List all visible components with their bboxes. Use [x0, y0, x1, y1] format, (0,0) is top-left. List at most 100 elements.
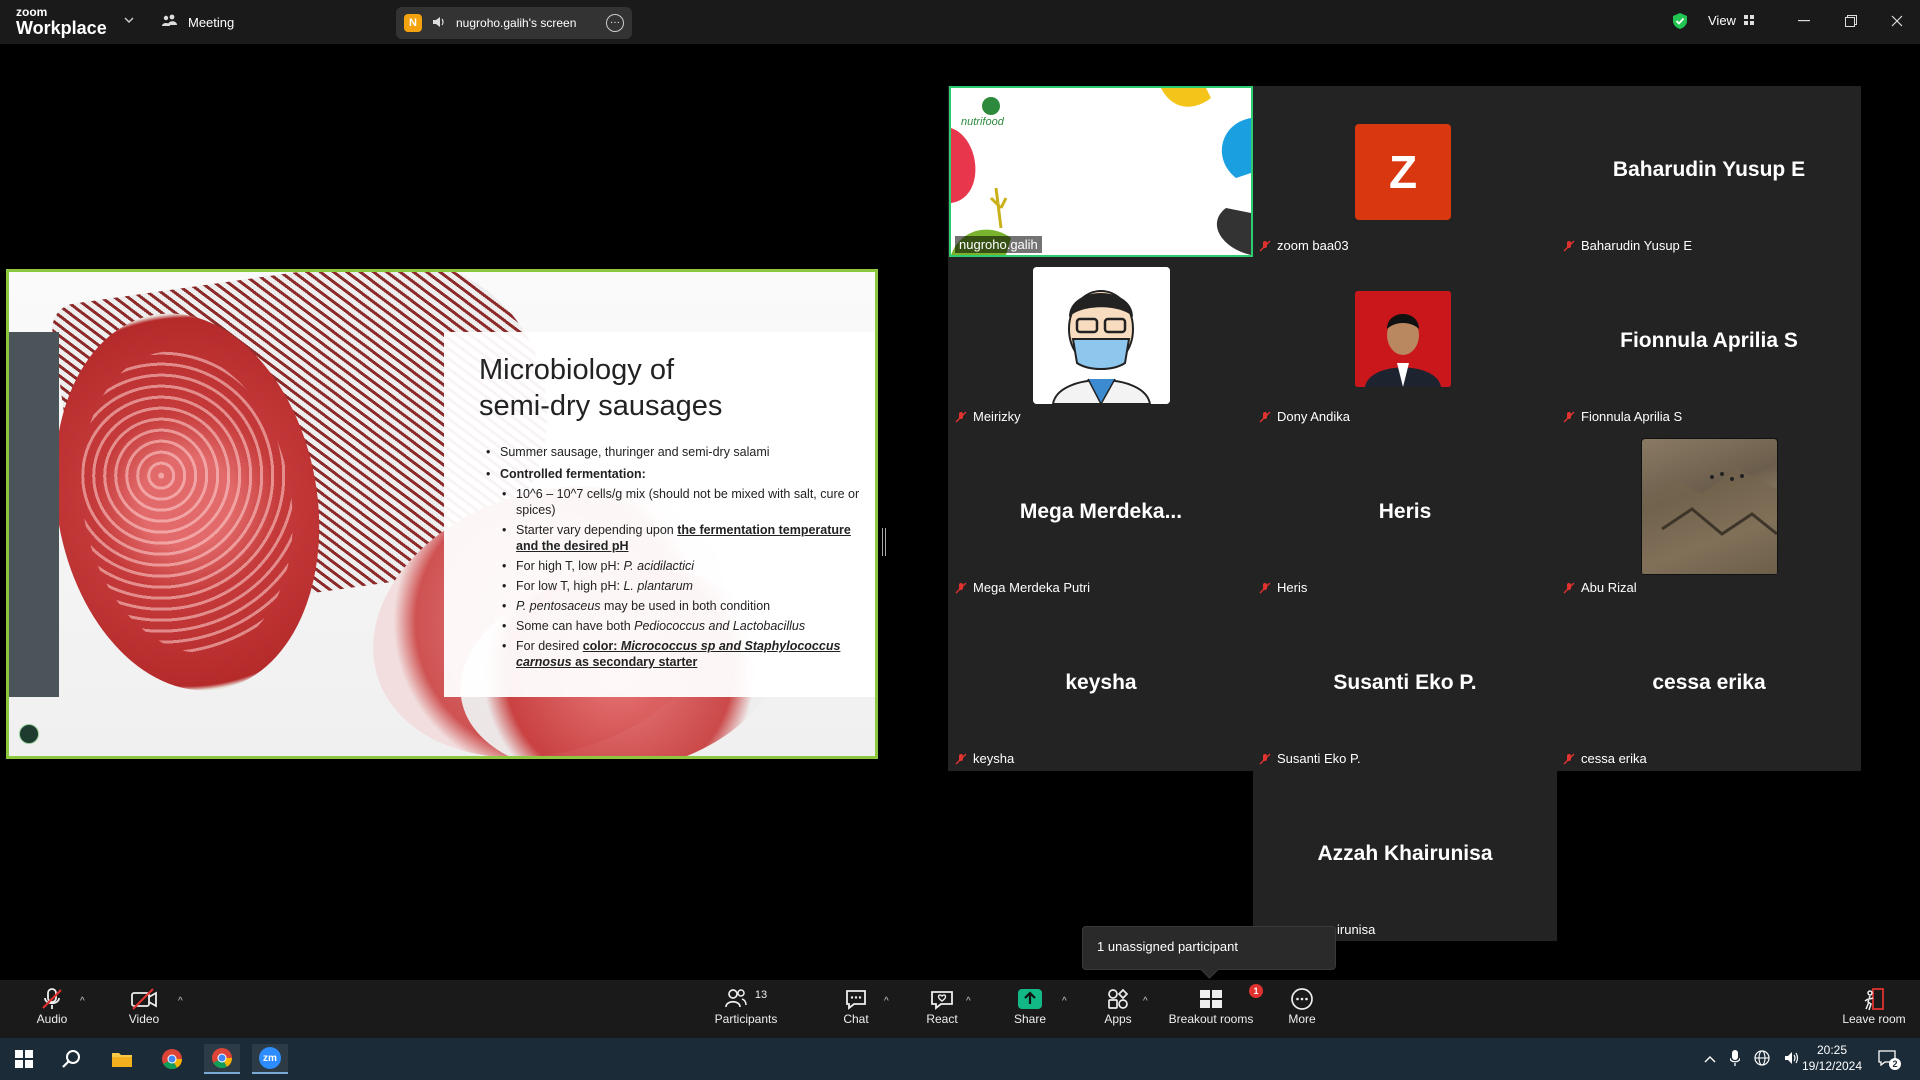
minimize-icon[interactable] — [1789, 10, 1819, 32]
meeting-label: Meeting — [188, 14, 235, 30]
participant-display-name: Susanti Eko P. — [1333, 671, 1477, 694]
profile-picture — [1033, 267, 1170, 404]
network-globe-icon[interactable] — [1754, 1049, 1770, 1069]
avatar: Z — [1355, 124, 1451, 220]
view-button[interactable]: View — [1708, 13, 1754, 28]
participant-name: Abu Rizal — [1581, 580, 1637, 595]
video-tile-active-speaker[interactable]: nutrifood nugroho.galih — [949, 86, 1253, 257]
chat-label: Chat — [843, 1012, 869, 1026]
sub-bullet-italic: L. plantarum — [623, 579, 693, 593]
windows-taskbar: zm 20:25 19/12/2024 2 — [0, 1038, 1920, 1080]
screen-share-label: nugroho.galih's screen — [456, 16, 577, 30]
participants-label: Participants — [714, 1012, 778, 1026]
restore-icon[interactable] — [1836, 10, 1866, 32]
apps-label: Apps — [1104, 1012, 1132, 1026]
video-tile[interactable]: Heris Heris — [1253, 428, 1557, 599]
more-options-icon[interactable]: ··· — [606, 14, 624, 32]
sub-bullet-text: For high T, low pH: — [516, 559, 624, 573]
chat-button[interactable]: Chat — [836, 986, 876, 1034]
participant-name-label: Fionnula Aprilia S — [1563, 409, 1682, 424]
video-tile[interactable]: Z zoom baa03 — [1253, 86, 1557, 257]
breakout-rooms-icon: 1 — [1199, 984, 1263, 1012]
participant-name-label: zoom baa03 — [1259, 238, 1349, 253]
participant-name-label: keysha — [955, 751, 1014, 766]
video-tile[interactable]: Meirizky — [949, 257, 1253, 428]
security-shield-icon[interactable] — [1672, 12, 1688, 35]
chevron-up-icon[interactable]: ^ — [1062, 996, 1067, 1007]
video-tile[interactable]: Azzah Khairunisa irunisa — [1253, 770, 1557, 941]
participant-name: Heris — [1277, 580, 1308, 595]
share-screen-icon — [1017, 986, 1043, 1012]
participant-name-label: Heris — [1259, 580, 1307, 595]
screen-share-indicator[interactable]: N nugroho.galih's screen ··· — [396, 7, 632, 39]
slide-sidebar-bar — [9, 332, 59, 697]
leave-room-button[interactable]: Leave room — [1838, 986, 1910, 1034]
meeting-icon — [162, 14, 178, 31]
chevron-down-icon[interactable] — [124, 16, 134, 26]
video-tile[interactable]: Susanti Eko P. Susanti Eko P. — [1253, 599, 1557, 770]
logo-big-text: Workplace — [16, 18, 107, 38]
notification-center-button[interactable]: 2 — [1878, 1038, 1901, 1080]
participant-display-name: Azzah Khairunisa — [1317, 842, 1493, 865]
participant-display-name: cessa erika — [1652, 671, 1766, 694]
slide-sub-bullet: 10^6 – 10^7 cells/g mix (should not be m… — [500, 486, 864, 518]
search-icon[interactable] — [54, 1044, 90, 1074]
sub-bullet-text: For desired — [516, 639, 583, 653]
participant-name: nugroho.galih — [959, 237, 1038, 252]
meeting-menu-button[interactable]: Meeting — [162, 12, 234, 32]
breakout-rooms-button[interactable]: 1 Breakout rooms — [1166, 984, 1263, 1034]
video-tile[interactable]: Abu Rizal — [1557, 428, 1861, 599]
participant-name: Fionnula Aprilia S — [1581, 409, 1683, 424]
chevron-up-icon[interactable]: ^ — [80, 996, 85, 1007]
chevron-up-icon[interactable]: ^ — [966, 996, 971, 1007]
participant-name: keysha — [973, 751, 1015, 766]
file-explorer-icon[interactable] — [104, 1044, 140, 1074]
shared-screen[interactable]: Microbiology of semi-dry sausages Summer… — [6, 269, 878, 759]
participant-name-label: Dony Andika — [1259, 409, 1350, 424]
video-tile[interactable]: keysha keysha — [949, 599, 1253, 770]
chevron-up-icon[interactable]: ^ — [1143, 996, 1148, 1007]
more-button[interactable]: More — [1282, 986, 1322, 1034]
sub-bullet-text: Some can have both — [516, 619, 635, 633]
clock-time: 20:25 — [1816, 1043, 1848, 1057]
bullet-text: Summer sausage, thuringer and semi-dry s… — [500, 445, 770, 459]
split-view-drag-handle[interactable] — [882, 528, 886, 556]
chevron-up-icon[interactable]: ^ — [178, 996, 183, 1007]
video-tile[interactable]: Fionnula Aprilia S Fionnula Aprilia S — [1557, 257, 1861, 428]
breakout-notification-badge: 1 — [1249, 984, 1263, 998]
tray-microphone-icon[interactable] — [1729, 1049, 1741, 1069]
share-button[interactable]: Share — [1010, 986, 1050, 1034]
zoom-workplace-logo[interactable]: zoom Workplace — [16, 6, 107, 37]
react-button[interactable]: React — [920, 986, 964, 1034]
participants-button[interactable]: 13 Participants — [712, 986, 780, 1034]
participant-name: Meirizky — [973, 409, 1021, 424]
participant-name-label: Susanti Eko P. — [1259, 751, 1361, 766]
chrome-icon[interactable] — [154, 1044, 190, 1074]
slide-sub-list: 10^6 – 10^7 cells/g mix (should not be m… — [500, 486, 864, 670]
slide-sub-bullet: Starter vary depending upon the fermenta… — [500, 522, 864, 554]
video-tile[interactable]: cessa erika cessa erika — [1557, 599, 1861, 770]
slide-bullet: Summer sausage, thuringer and semi-dry s… — [484, 444, 864, 460]
leave-room-icon — [1863, 986, 1885, 1012]
close-icon[interactable] — [1882, 10, 1912, 32]
video-tile[interactable]: Baharudin Yusup E Baharudin Yusup E — [1557, 86, 1861, 257]
speaker-icon[interactable] — [432, 16, 446, 31]
video-tile[interactable]: Dony Andika — [1253, 257, 1557, 428]
sub-bullet-text: 10^6 – 10^7 cells/g mix (should not be m… — [516, 487, 860, 517]
windows-start-icon[interactable] — [6, 1044, 42, 1074]
video-tile[interactable]: Mega Merdeka... Mega Merdeka Putri — [949, 428, 1253, 599]
apps-icon — [1106, 986, 1130, 1012]
system-clock[interactable]: 20:25 19/12/2024 — [1798, 1042, 1866, 1074]
tray-chevron-up-icon[interactable] — [1704, 1052, 1716, 1066]
video-button[interactable]: Video — [120, 986, 168, 1034]
audio-button[interactable]: Audio — [28, 986, 76, 1034]
chevron-up-icon[interactable]: ^ — [884, 996, 889, 1007]
participant-display-name: Fionnula Aprilia S — [1620, 329, 1798, 352]
mic-muted-icon — [1563, 582, 1575, 594]
chrome-profile-icon[interactable] — [204, 1044, 240, 1074]
mic-muted-icon — [1259, 411, 1271, 423]
apps-button[interactable]: Apps — [1098, 986, 1138, 1034]
sharer-avatar: N — [404, 14, 422, 32]
sub-bullet-italic: Pediococcus and Lactobacillus — [634, 619, 806, 633]
zoom-app-icon[interactable]: zm — [252, 1044, 288, 1074]
